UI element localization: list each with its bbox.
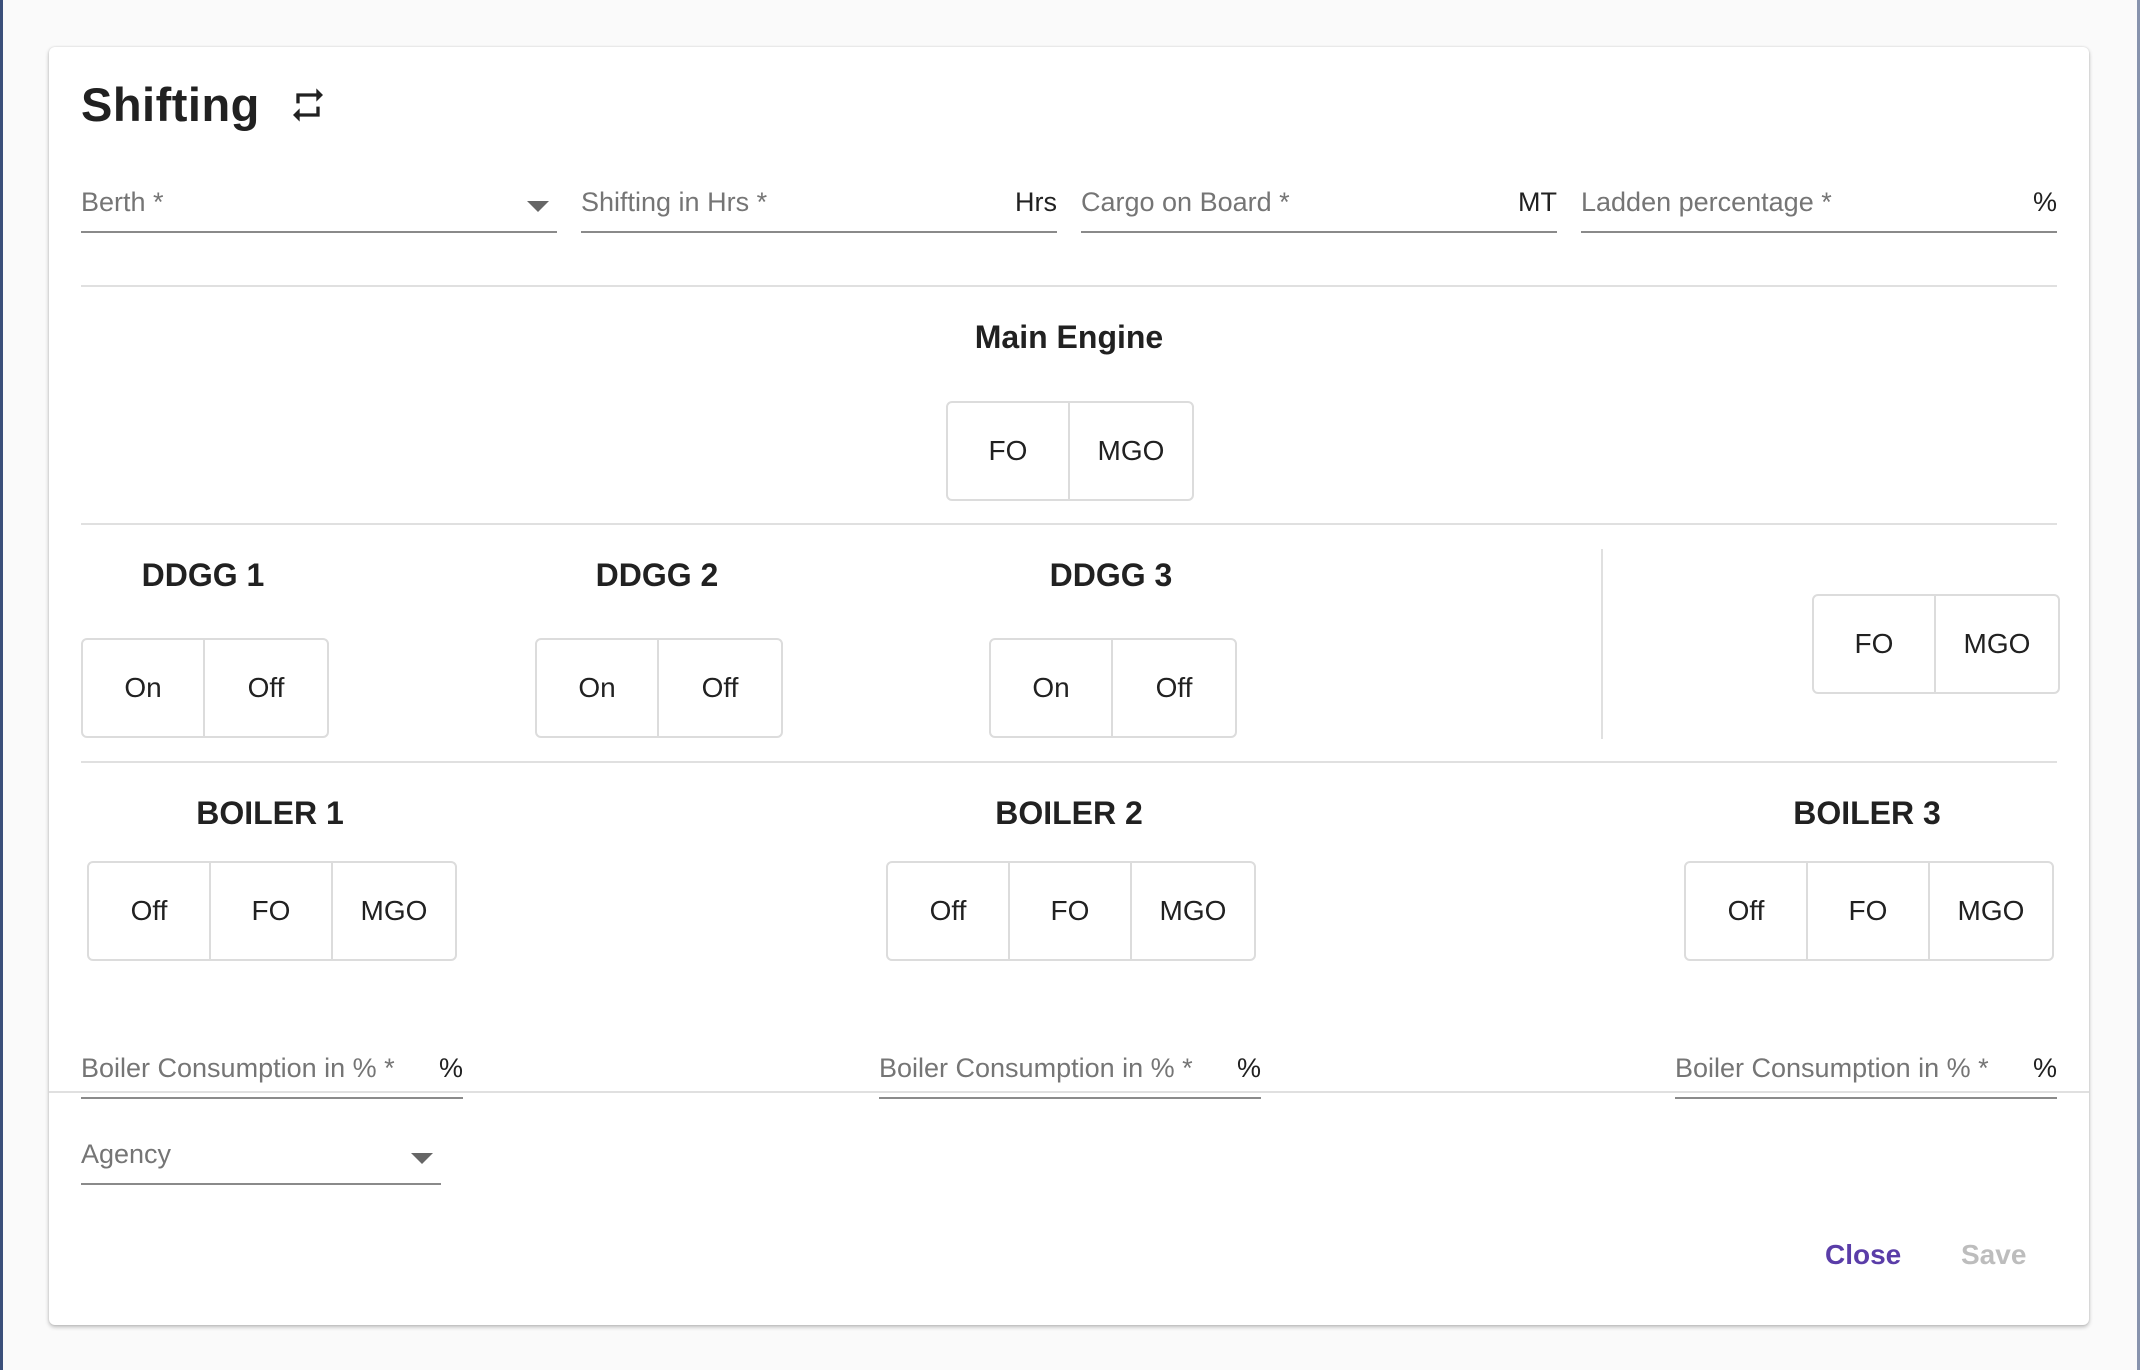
- cargo-on-board-suffix: MT: [1518, 187, 1557, 217]
- boiler-1-off-option[interactable]: Off: [89, 863, 211, 959]
- boiler-1-toggle: Off FO MGO: [87, 861, 457, 961]
- section-divider: [81, 285, 2057, 287]
- ddgg-2-on-option[interactable]: On: [537, 640, 659, 736]
- ddgg-2-heading: DDGG 2: [595, 557, 719, 593]
- ddgg-fuel-toggle: FO MGO: [1812, 594, 2060, 694]
- agency-select[interactable]: Agency: [81, 1125, 441, 1185]
- close-button[interactable]: Close: [1825, 1239, 1901, 1271]
- boiler-3-consumption-field[interactable]: Boiler Consumption in % * %: [1675, 1039, 2057, 1099]
- boiler-1-consumption-field[interactable]: Boiler Consumption in % * %: [81, 1039, 463, 1099]
- ladden-percentage-label: Ladden percentage *: [1581, 187, 1832, 217]
- boiler-1-fo-option[interactable]: FO: [211, 863, 333, 959]
- section-divider: [81, 523, 2057, 525]
- ddgg-mgo-option[interactable]: MGO: [1936, 596, 2058, 692]
- main-engine-mgo-option[interactable]: MGO: [1070, 403, 1192, 499]
- boiler-2-heading: BOILER 2: [995, 795, 1143, 831]
- berth-select[interactable]: Berth *: [81, 173, 557, 233]
- ddgg-3-off-option[interactable]: Off: [1113, 640, 1235, 736]
- boiler-1-consumption-suffix: %: [438, 1053, 463, 1083]
- boiler-2-toggle: Off FO MGO: [886, 861, 1256, 961]
- main-engine-heading: Main Engine: [974, 319, 1164, 355]
- boiler-2-fo-option[interactable]: FO: [1010, 863, 1132, 959]
- ddgg-1-off-option[interactable]: Off: [205, 640, 327, 736]
- boiler-3-fo-option[interactable]: FO: [1808, 863, 1930, 959]
- ddgg-3-toggle: On Off: [989, 638, 1237, 738]
- dialog-title: Shifting: [81, 78, 260, 131]
- dialog-header: Shifting: [81, 77, 328, 132]
- background-edge-left: [0, 0, 3, 1370]
- agency-label: Agency: [81, 1139, 172, 1169]
- boiler-3-consumption-suffix: %: [2032, 1053, 2057, 1083]
- save-button[interactable]: Save: [1961, 1239, 2026, 1271]
- boiler-3-toggle: Off FO MGO: [1684, 861, 2054, 961]
- boiler-1-heading: BOILER 1: [196, 795, 344, 831]
- main-engine-fuel-toggle: FO MGO: [946, 401, 1194, 501]
- section-divider: [49, 1091, 2089, 1093]
- shifting-hrs-suffix: Hrs: [1015, 187, 1057, 217]
- cargo-on-board-field[interactable]: Cargo on Board * MT: [1081, 173, 1557, 233]
- boiler-3-consumption-label: Boiler Consumption in % *: [1675, 1053, 1989, 1083]
- ddgg-1-heading: DDGG 1: [141, 557, 265, 593]
- boiler-1-mgo-option[interactable]: MGO: [333, 863, 455, 959]
- boiler-2-mgo-option[interactable]: MGO: [1132, 863, 1254, 959]
- ddgg-1-on-option[interactable]: On: [83, 640, 205, 736]
- ddgg-3-on-option[interactable]: On: [991, 640, 1113, 736]
- ladden-percentage-field[interactable]: Ladden percentage * %: [1581, 173, 2057, 233]
- main-engine-fo-option[interactable]: FO: [948, 403, 1070, 499]
- boiler-2-consumption-label: Boiler Consumption in % *: [879, 1053, 1193, 1083]
- cargo-on-board-label: Cargo on Board *: [1081, 187, 1290, 217]
- dropdown-arrow-icon: [527, 201, 549, 212]
- boiler-2-consumption-suffix: %: [1236, 1053, 1261, 1083]
- berth-label: Berth *: [81, 187, 164, 217]
- ddgg-2-toggle: On Off: [535, 638, 783, 738]
- ddgg-1-toggle: On Off: [81, 638, 329, 738]
- ddgg-vertical-divider: [1601, 549, 1603, 739]
- boiler-1-consumption-label: Boiler Consumption in % *: [81, 1053, 395, 1083]
- ddgg-2-off-option[interactable]: Off: [659, 640, 781, 736]
- boiler-2-consumption-field[interactable]: Boiler Consumption in % * %: [879, 1039, 1261, 1099]
- shifting-hrs-label: Shifting in Hrs *: [581, 187, 768, 217]
- boiler-3-mgo-option[interactable]: MGO: [1930, 863, 2052, 959]
- section-divider: [81, 761, 2057, 763]
- boiler-2-off-option[interactable]: Off: [888, 863, 1010, 959]
- ladden-percentage-suffix: %: [2032, 187, 2057, 217]
- swap-horiz-icon[interactable]: [288, 85, 328, 125]
- boiler-3-off-option[interactable]: Off: [1686, 863, 1808, 959]
- ddgg-3-heading: DDGG 3: [1049, 557, 1173, 593]
- boiler-3-heading: BOILER 3: [1793, 795, 1941, 831]
- shifting-dialog: Shifting Berth * Shifting in Hrs * Hrs C…: [49, 47, 2089, 1325]
- dropdown-arrow-icon: [411, 1153, 433, 1164]
- ddgg-fo-option[interactable]: FO: [1814, 596, 1936, 692]
- shifting-hrs-field[interactable]: Shifting in Hrs * Hrs: [581, 173, 1057, 233]
